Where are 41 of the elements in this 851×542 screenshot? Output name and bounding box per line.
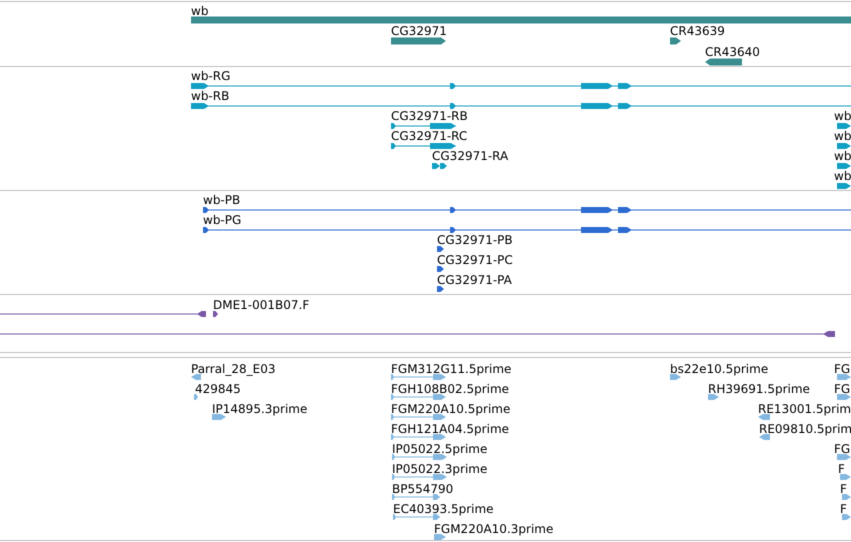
feature-label: RE13001.5prim: [758, 402, 851, 416]
feature-label: wb-RG: [191, 69, 230, 83]
feature-label: CG32971-RB: [391, 109, 468, 123]
feature-label: EC40393.5prime: [393, 502, 494, 516]
feature-label: FGM220A10.3prime: [434, 522, 554, 536]
feature-label: CR43639: [670, 24, 725, 38]
feature-label: IP05022.5prime: [392, 442, 488, 456]
feature-label: IP14895.3prime: [212, 402, 308, 416]
feature-label: wb: [834, 109, 851, 123]
feature-label: 429845: [195, 382, 241, 396]
feature-label: FGH108B02.5prime: [391, 382, 510, 396]
feature-label: FGH121A04.5prime: [391, 422, 510, 436]
feature-label: F: [840, 502, 847, 516]
feature-label: wb-RB: [191, 89, 230, 103]
feature-label: DME1-001B07.F: [213, 298, 310, 312]
feature-label: FGM312G11.5prime: [391, 362, 512, 376]
feature-label: FG: [834, 382, 850, 396]
feature-label: F: [838, 462, 845, 476]
feature-label: Parral_28_E03: [191, 362, 276, 376]
feature-label: wb: [191, 4, 208, 18]
feature-label: wb: [834, 149, 851, 163]
feature-label: F: [840, 482, 847, 496]
feature-label: CR43640: [705, 45, 760, 59]
feature-label: RE09810.5prim: [759, 422, 851, 436]
feature-label: wb: [834, 169, 851, 183]
feature-label: wb-PB: [203, 193, 240, 207]
feature-label: IP05022.3prime: [392, 462, 488, 476]
feature-label: CG32971-RC: [391, 129, 468, 143]
feature-label: BP554790: [392, 482, 454, 496]
feature-label: CG32971-PA: [437, 273, 512, 287]
feature-label: CG32971-RA: [432, 149, 508, 163]
feature-label: RH39691.5prime: [708, 382, 810, 396]
feature-label: CG32971-PC: [437, 253, 513, 267]
feature-label: FGM220A10.5prime: [391, 402, 510, 416]
feature-label: CG32971: [391, 24, 447, 38]
feature-label: wb: [834, 129, 851, 143]
feature-label: FG: [834, 362, 850, 376]
feature-label: CG32971-PB: [437, 233, 513, 247]
feature-label: bs22e10.5prime: [670, 362, 768, 376]
feature-label: FG: [834, 442, 850, 456]
feature-label: wb-PG: [203, 213, 242, 227]
